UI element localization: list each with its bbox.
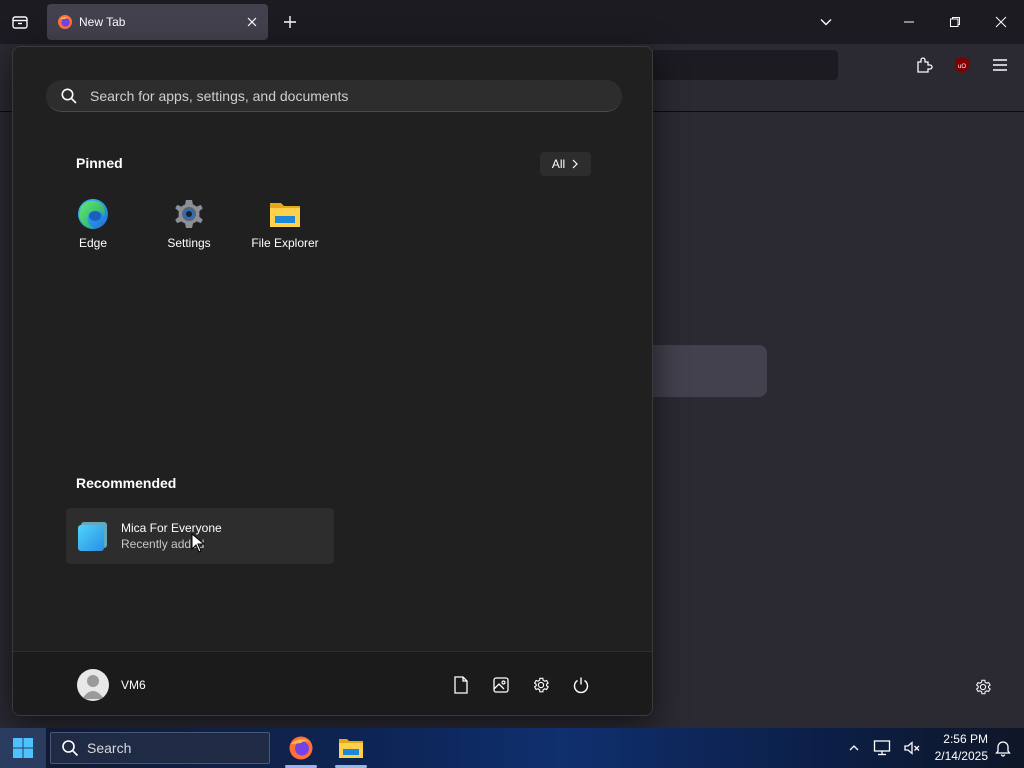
taskbar-app-firefox[interactable] [281, 728, 321, 768]
mica-app-icon [78, 522, 107, 551]
browser-tab[interactable]: New Tab [47, 4, 268, 40]
start-search-box[interactable] [46, 80, 622, 112]
menu-hamburger-icon[interactable] [985, 50, 1015, 80]
settings-gear-icon [172, 197, 206, 231]
folder-icon [268, 197, 302, 231]
windows-start-icon[interactable] [0, 728, 46, 768]
taskbar: Search 2:56 PM 2/14/2025 [0, 728, 1024, 768]
close-tab-icon[interactable] [240, 10, 264, 34]
recommended-item-name: Mica For Everyone [121, 521, 222, 535]
settings-icon[interactable] [529, 673, 553, 697]
customize-gear-icon[interactable] [970, 674, 996, 700]
svg-text:uO: uO [958, 64, 966, 70]
clock-time: 2:56 PM [943, 732, 988, 746]
address-bar[interactable] [652, 50, 838, 80]
pinned-heading: Pinned [76, 155, 123, 171]
documents-icon[interactable] [449, 673, 473, 697]
minimize-icon[interactable] [886, 0, 932, 44]
recommended-item-subtitle: Recently added [121, 537, 205, 551]
firefox-icon [58, 15, 72, 29]
start-menu: Pinned All Edge [12, 46, 653, 716]
edge-icon [76, 197, 110, 231]
taskbar-app-file-explorer[interactable] [331, 728, 371, 768]
start-search-input[interactable] [90, 87, 590, 104]
start-footer: VM6 [13, 651, 652, 715]
restore-icon[interactable] [932, 0, 978, 44]
power-icon[interactable] [569, 673, 593, 697]
extensions-icon[interactable] [909, 50, 939, 80]
avatar [77, 669, 109, 701]
recommended-heading: Recommended [76, 475, 177, 491]
search-icon [61, 88, 77, 104]
pinned-app-settings[interactable]: Settings [141, 197, 237, 261]
close-window-icon[interactable] [978, 0, 1024, 44]
taskbar-search-label: Search [87, 740, 132, 756]
taskbar-search-box[interactable]: Search [50, 732, 270, 764]
all-apps-label: All [551, 157, 566, 171]
network-icon[interactable] [870, 736, 894, 760]
pinned-app-label: File Explorer [251, 236, 319, 250]
clock-date: 2/14/2025 [934, 749, 988, 763]
pictures-icon[interactable] [489, 673, 513, 697]
chevron-right-icon [572, 159, 579, 169]
system-clock[interactable]: 2:56 PM 2/14/2025 [922, 731, 988, 765]
new-tab-plus-icon[interactable] [276, 8, 304, 36]
pinned-app-edge[interactable]: Edge [45, 197, 141, 261]
volume-muted-icon[interactable] [900, 736, 924, 760]
firefox-icon [289, 736, 313, 760]
pinned-app-label: Settings [167, 236, 211, 250]
tab-list-icon[interactable] [6, 8, 34, 36]
ublock-origin-icon[interactable]: uO [947, 50, 977, 80]
all-apps-button[interactable]: All [540, 152, 591, 176]
chevron-up-icon[interactable] [842, 736, 866, 760]
tab-title: New Tab [79, 15, 126, 29]
notification-bell-icon[interactable] [991, 736, 1015, 760]
browser-titlebar: New Tab [0, 0, 1024, 44]
pinned-app-label: Edge [78, 236, 108, 250]
recommended-item-text: Mica For Everyone Recently added [121, 520, 222, 552]
user-name: VM6 [121, 678, 146, 692]
search-icon [62, 740, 79, 757]
mouse-cursor-icon [191, 533, 205, 553]
folder-icon [339, 739, 363, 758]
pinned-app-file-explorer[interactable]: File Explorer [237, 197, 333, 261]
user-account-button[interactable]: VM6 [77, 669, 146, 701]
chevron-down-icon[interactable] [812, 8, 840, 36]
